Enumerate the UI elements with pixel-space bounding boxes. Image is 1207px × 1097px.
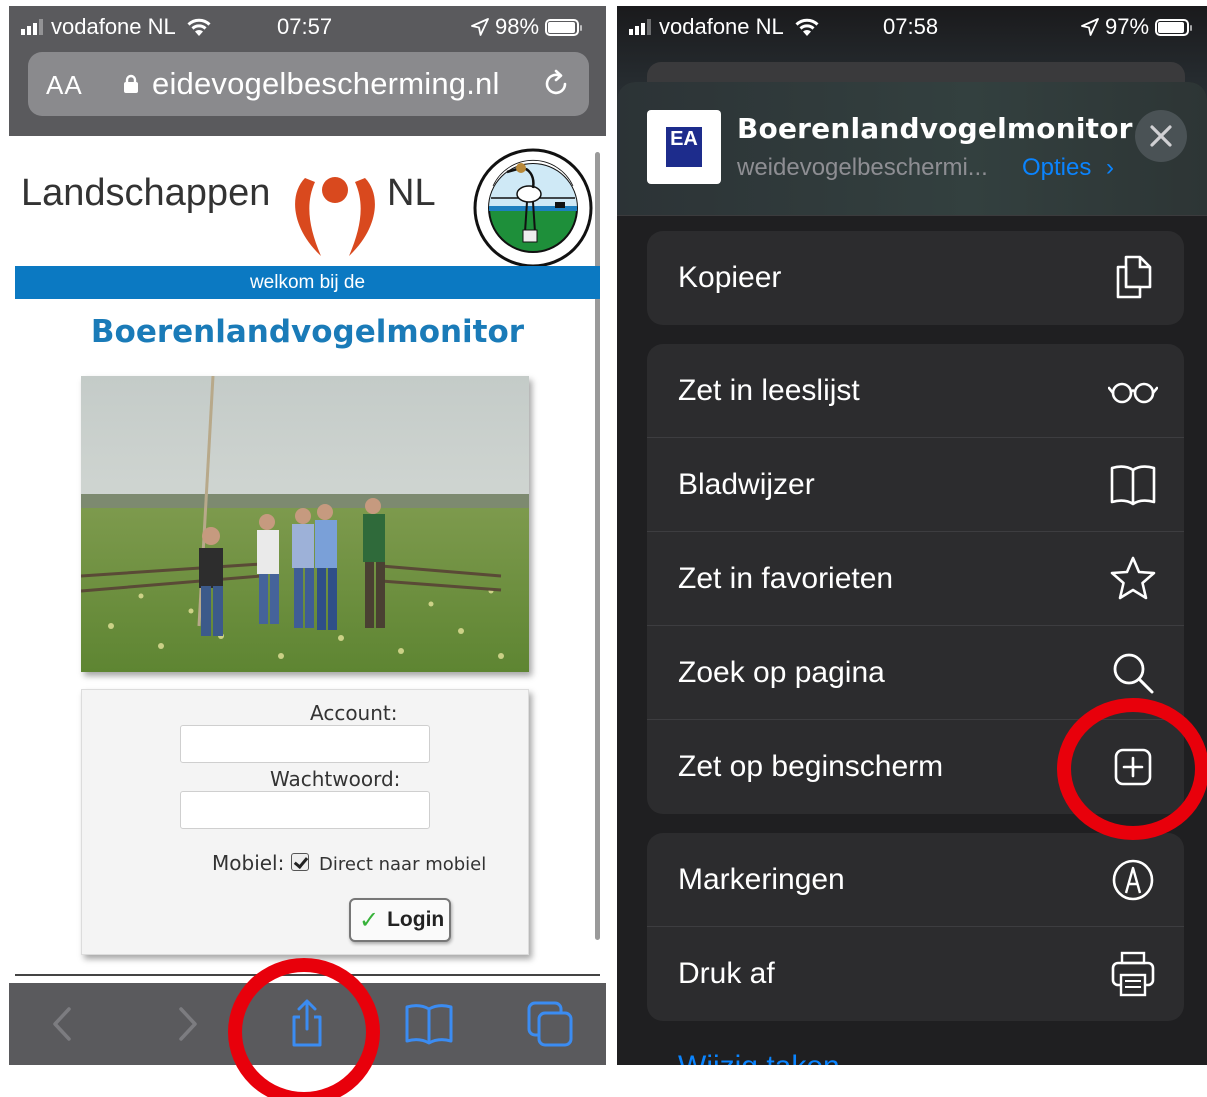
chevron-right-icon: › <box>1106 154 1115 181</box>
screenshot-canvas: vodafone NL 07:57 98% AA eidevogelbesche… <box>0 0 1207 1097</box>
left-phone-screen: vodafone NL 07:57 98% AA eidevogelbesche… <box>9 6 606 1065</box>
back-icon[interactable] <box>37 997 91 1051</box>
address-bar[interactable]: AA eidevogelbescherming.nl <box>28 52 589 116</box>
weidevogel-seal-logo <box>473 148 593 268</box>
account-label: Account: <box>310 701 398 725</box>
landschappen-logo-icon <box>295 177 375 256</box>
action-copy[interactable]: Kopieer <box>647 231 1184 325</box>
lock-icon <box>124 74 138 93</box>
right-phone-screen: vodafone NL 07:58 97% EA Boerenlandvogel… <box>617 6 1207 1065</box>
action-label: Zet in leeslijst <box>678 373 860 407</box>
share-sheet: EA Boerenlandvogelmonitor weidevogelbesc… <box>617 82 1207 1065</box>
action-group-copy: Kopieer <box>647 231 1184 325</box>
search-icon <box>1113 653 1154 694</box>
action-group-extra: Markeringen Druk af <box>647 833 1184 1021</box>
field-photo <box>81 376 529 672</box>
action-reading-list[interactable]: Zet in leeslijst <box>647 344 1184 438</box>
share-subtitle: weidevogelbeschermi... <box>737 154 988 181</box>
action-label: Zet in favorieten <box>678 561 894 595</box>
login-button-label: Login <box>387 908 445 931</box>
action-label: Bladwijzer <box>678 467 815 501</box>
wifi-icon <box>187 18 211 36</box>
checkmark-icon: ✓ <box>359 906 380 934</box>
battery-icon <box>1155 18 1193 36</box>
close-button[interactable] <box>1135 110 1187 162</box>
star-icon <box>1110 556 1156 600</box>
edit-actions-link[interactable]: Wijzig taken <box>678 1050 840 1065</box>
signal-icon <box>21 19 43 35</box>
login-form: Account: Wachtwoord: Mobiel: Direct naar… <box>81 689 529 955</box>
login-button[interactable]: ✓ Login <box>349 898 451 942</box>
carrier-label: vodafone NL <box>659 14 784 39</box>
logo-suffix: NL <box>387 172 436 214</box>
signal-icon <box>629 19 651 35</box>
url-text[interactable]: eidevogelbescherming.nl <box>152 66 500 102</box>
status-left: vodafone NL <box>21 14 212 40</box>
action-bookmark[interactable]: Bladwijzer <box>647 438 1184 532</box>
bookmarks-icon[interactable] <box>402 997 456 1051</box>
action-markup[interactable]: Markeringen <box>647 833 1184 927</box>
options-link[interactable]: Opties › <box>1022 154 1114 182</box>
action-label: Kopieer <box>678 261 782 294</box>
direct-mobile-checkbox[interactable] <box>291 853 309 871</box>
safari-top-bar: vodafone NL 07:57 98% AA eidevogelbesche… <box>9 6 606 136</box>
markup-icon <box>1112 859 1154 901</box>
status-right: 98% <box>471 14 583 40</box>
page-title: Boerenlandvogelmonitor <box>90 314 525 350</box>
action-label: Markeringen <box>678 862 845 896</box>
password-label: Wachtwoord: <box>270 767 401 791</box>
site-icon-label: EA <box>666 127 702 167</box>
share-title: Boerenlandvogelmonitor <box>737 112 1133 145</box>
web-page: Landschappen NL welkom bij de Boerenland… <box>9 136 606 983</box>
action-favorites[interactable]: Zet in favorieten <box>647 532 1184 626</box>
reload-icon[interactable] <box>539 67 573 101</box>
battery-percent: 97% <box>1105 14 1150 39</box>
status-time: 07:58 <box>883 14 939 39</box>
status-time: 07:57 <box>277 14 333 39</box>
carrier-label: vodafone NL <box>51 14 176 39</box>
action-label: Zoek op pagina <box>678 655 885 689</box>
printer-icon <box>1111 951 1155 997</box>
mobile-label: Mobiel: <box>212 851 285 875</box>
direct-mobile-label: Direct naar mobiel <box>319 854 487 875</box>
password-input[interactable] <box>180 791 430 829</box>
action-label: Druk af <box>678 957 775 990</box>
action-print[interactable]: Druk af <box>647 927 1184 1021</box>
battery-icon <box>545 18 583 36</box>
location-icon <box>1081 18 1099 36</box>
copy-icon <box>1116 255 1152 299</box>
forward-icon[interactable] <box>159 997 213 1051</box>
wifi-icon <box>795 18 819 36</box>
glasses-icon <box>1108 382 1158 404</box>
status-left: vodafone NL <box>629 14 820 40</box>
status-right: 97% <box>1081 14 1193 40</box>
text-size-button[interactable]: AA <box>46 70 83 101</box>
location-icon <box>471 18 489 36</box>
share-highlight-ring <box>228 958 380 1097</box>
welcome-banner: welkom bij de <box>15 266 600 299</box>
close-icon <box>1150 125 1172 147</box>
battery-percent: 98% <box>495 14 540 39</box>
logo-text: Landschappen <box>21 172 271 214</box>
action-label: Zet op beginscherm <box>678 750 944 783</box>
share-sheet-header: EA Boerenlandvogelmonitor weidevogelbesc… <box>617 82 1207 216</box>
account-input[interactable] <box>180 725 430 763</box>
add-to-home-highlight-ring <box>1057 698 1207 840</box>
tabs-icon[interactable] <box>523 997 577 1051</box>
options-label: Opties <box>1022 154 1092 181</box>
site-icon: EA <box>647 110 721 184</box>
book-icon <box>1110 465 1156 506</box>
